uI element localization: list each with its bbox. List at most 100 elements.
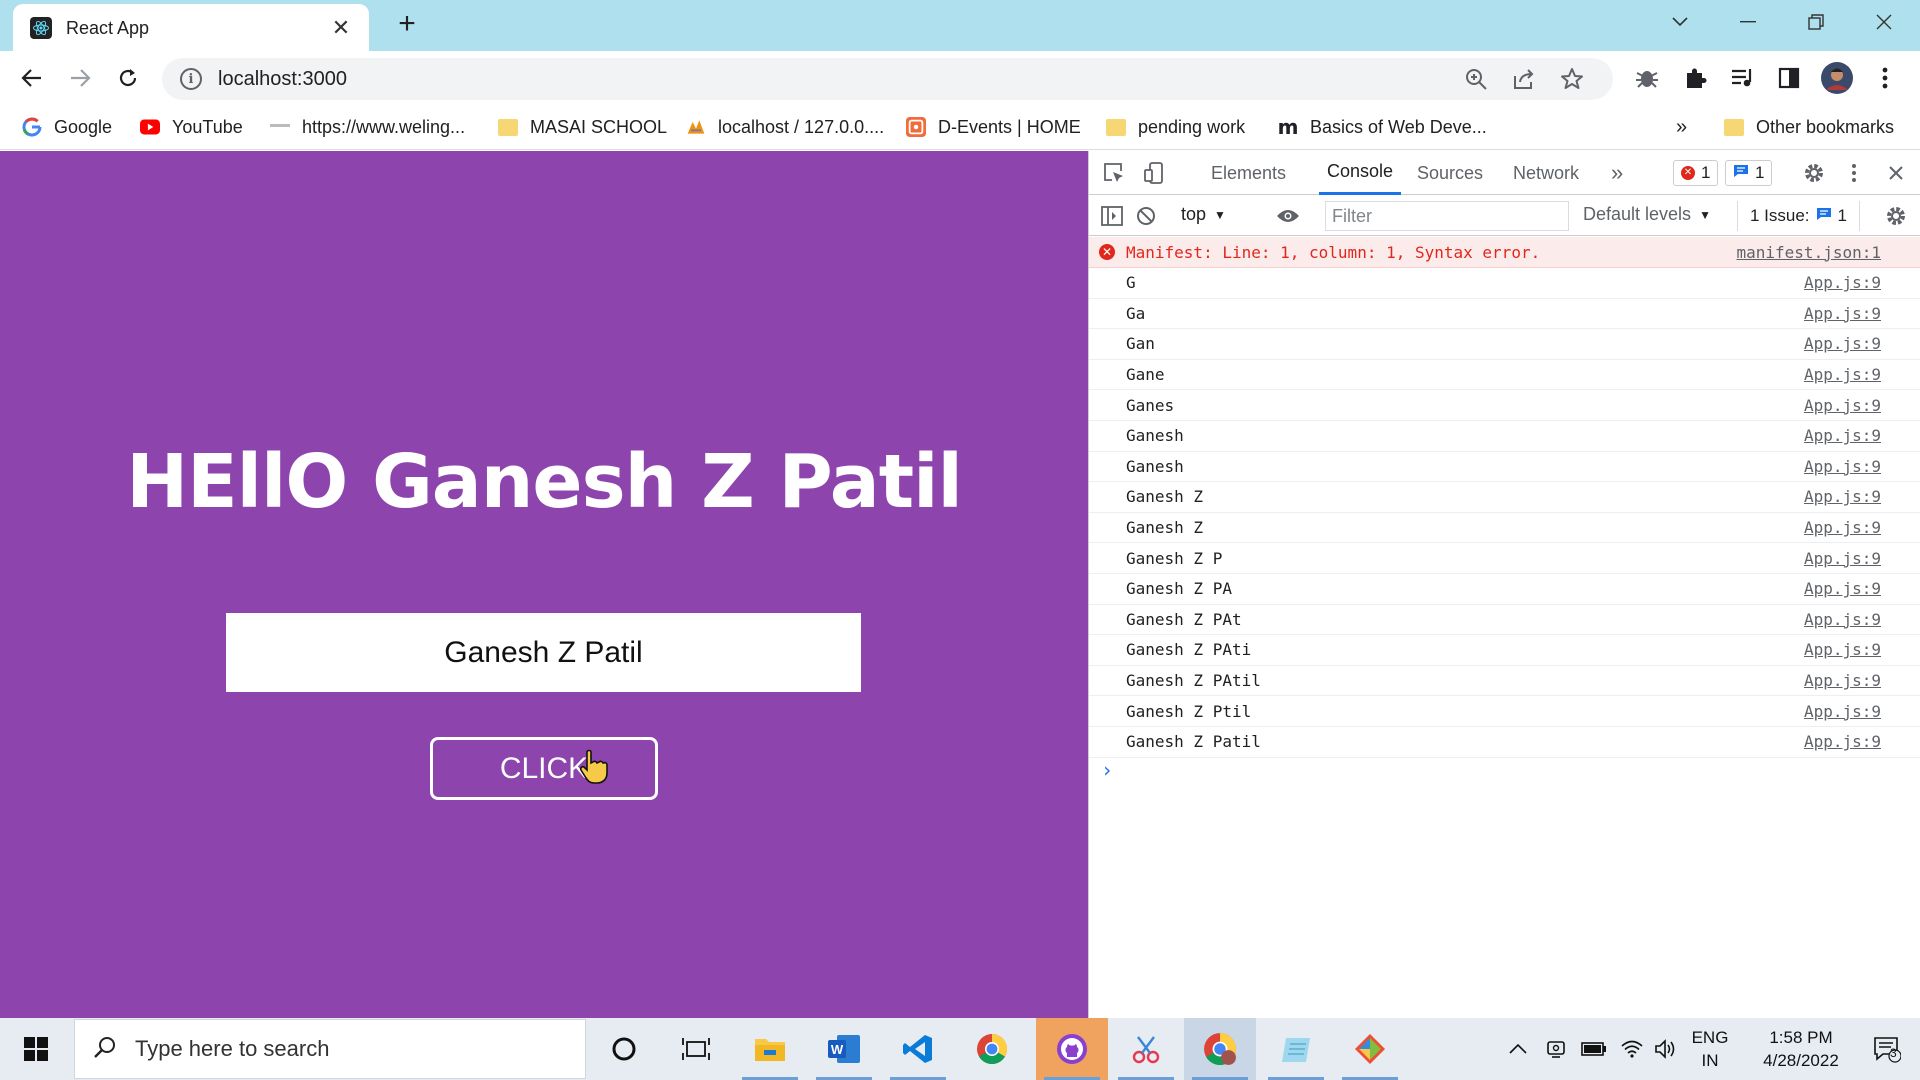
- forward-arrow-icon[interactable]: [62, 60, 98, 96]
- source-link[interactable]: App.js:9: [1804, 671, 1881, 690]
- devtools-menu-icon[interactable]: [1839, 158, 1869, 188]
- vscode-icon[interactable]: [882, 1018, 954, 1080]
- source-link[interactable]: App.js:9: [1804, 396, 1881, 415]
- avatar[interactable]: [1820, 61, 1854, 95]
- tab-sources[interactable]: Sources: [1417, 151, 1483, 195]
- taskbar-search-box[interactable]: Type here to search: [74, 1019, 586, 1079]
- minimize-icon[interactable]: [1718, 6, 1778, 38]
- media-control-icon[interactable]: [1726, 61, 1760, 95]
- tab-elements[interactable]: Elements: [1211, 151, 1286, 195]
- bookmark-youtube[interactable]: YouTube: [140, 112, 243, 142]
- bookmark-masai-school[interactable]: MASAI SCHOOL: [498, 112, 667, 142]
- wifi-icon[interactable]: [1616, 1018, 1648, 1080]
- bookmarks-overflow-button[interactable]: »: [1676, 112, 1687, 142]
- source-link[interactable]: App.js:9: [1804, 702, 1881, 721]
- chrome-active-icon[interactable]: [1184, 1018, 1256, 1080]
- browser-tab[interactable]: React App ✕: [13, 4, 369, 52]
- tab-search-icon[interactable]: [1650, 6, 1710, 38]
- reload-icon[interactable]: [110, 60, 146, 96]
- volume-icon[interactable]: [1650, 1018, 1682, 1080]
- clear-console-icon[interactable]: [1131, 201, 1161, 231]
- extension-bug-icon[interactable]: [1630, 61, 1664, 95]
- windows-start-icon[interactable]: [0, 1018, 72, 1080]
- close-window-icon[interactable]: [1854, 6, 1914, 38]
- chrome-menu-icon[interactable]: [1868, 61, 1902, 95]
- source-link[interactable]: App.js:9: [1804, 273, 1881, 292]
- log-levels-dropdown[interactable]: Default levels ▼: [1583, 204, 1711, 225]
- chrome-icon[interactable]: [956, 1018, 1028, 1080]
- language-label: ENG: [1691, 1028, 1729, 1047]
- back-arrow-icon[interactable]: [14, 60, 50, 96]
- address-bar[interactable]: i localhost:3000: [162, 58, 1613, 100]
- file-explorer-icon[interactable]: [734, 1018, 806, 1080]
- notification-center-icon[interactable]: 3: [1862, 1018, 1912, 1080]
- device-toolbar-icon[interactable]: [1139, 158, 1169, 188]
- sidebar-toggle-icon[interactable]: [1097, 201, 1127, 231]
- console-filter-input[interactable]: [1325, 201, 1569, 231]
- meet-now-icon[interactable]: [1540, 1018, 1572, 1080]
- bookmark-pending-work[interactable]: pending work: [1106, 112, 1245, 142]
- click-button[interactable]: CLICK: [430, 737, 658, 800]
- live-expression-eye-icon[interactable]: [1273, 201, 1303, 231]
- message-count: 1: [1755, 163, 1765, 182]
- github-desktop-icon[interactable]: [1036, 1018, 1108, 1080]
- source-link[interactable]: manifest.json:1: [1737, 243, 1882, 262]
- language-indicator[interactable]: ENG IN: [1686, 1018, 1734, 1080]
- source-link[interactable]: App.js:9: [1804, 334, 1881, 353]
- source-link[interactable]: App.js:9: [1804, 640, 1881, 659]
- close-tab-icon[interactable]: ✕: [329, 15, 353, 41]
- clock[interactable]: 1:58 PM 4/28/2022: [1746, 1018, 1856, 1080]
- git-gui-icon[interactable]: [1334, 1018, 1406, 1080]
- zoom-icon[interactable]: [1464, 67, 1488, 96]
- console-message: Ganesh Z PAtil: [1126, 671, 1261, 691]
- word-icon[interactable]: W: [808, 1018, 880, 1080]
- cortana-icon[interactable]: [588, 1018, 660, 1080]
- source-link[interactable]: App.js:9: [1804, 518, 1881, 537]
- site-info-icon[interactable]: i: [180, 68, 202, 90]
- bookmark-other-bookmarks[interactable]: Other bookmarks: [1724, 112, 1894, 142]
- bookmark-google[interactable]: Google: [22, 112, 112, 142]
- message-count-badge[interactable]: 1: [1725, 160, 1773, 186]
- error-count-badge[interactable]: ✕ 1: [1673, 160, 1719, 186]
- console-message: Ganesh Z P: [1126, 548, 1223, 568]
- source-link[interactable]: App.js:9: [1804, 610, 1881, 629]
- name-input[interactable]: [226, 613, 861, 692]
- bookmark-basics-web-dev[interactable]: m Basics of Web Deve...: [1278, 112, 1487, 142]
- snipping-tool-icon[interactable]: [1110, 1018, 1182, 1080]
- source-link[interactable]: App.js:9: [1804, 365, 1881, 384]
- task-view-icon[interactable]: [660, 1018, 732, 1080]
- bookmark-weling[interactable]: https://www.weling...: [270, 112, 465, 142]
- show-hidden-icons-icon[interactable]: [1502, 1018, 1534, 1080]
- console-settings-gear-icon[interactable]: [1881, 201, 1911, 231]
- notepad-icon[interactable]: [1260, 1018, 1332, 1080]
- source-link[interactable]: App.js:9: [1804, 304, 1881, 323]
- inspect-element-icon[interactable]: [1099, 158, 1129, 188]
- console-prompt[interactable]: ›: [1101, 758, 1113, 782]
- extensions-puzzle-icon[interactable]: [1678, 61, 1712, 95]
- console-message: Ganesh Z PAt: [1126, 609, 1242, 629]
- source-link[interactable]: App.js:9: [1804, 549, 1881, 568]
- new-tab-button[interactable]: +: [392, 9, 422, 40]
- side-panel-icon[interactable]: [1772, 61, 1806, 95]
- issues-button[interactable]: 1 Issue: 1: [1737, 201, 1861, 231]
- bookmark-d-events[interactable]: D-Events | HOME: [906, 112, 1081, 142]
- bookmark-label: localhost / 127.0.0....: [718, 116, 885, 137]
- more-tabs-button[interactable]: »: [1611, 151, 1623, 195]
- restore-icon[interactable]: [1786, 6, 1846, 38]
- share-icon[interactable]: [1512, 67, 1536, 96]
- source-link[interactable]: App.js:9: [1804, 732, 1881, 751]
- settings-gear-icon[interactable]: [1799, 158, 1829, 188]
- tab-console[interactable]: Console: [1319, 151, 1402, 195]
- source-link[interactable]: App.js:9: [1804, 579, 1881, 598]
- source-link[interactable]: App.js:9: [1804, 487, 1881, 506]
- context-selector[interactable]: top ▼: [1181, 204, 1226, 225]
- source-link[interactable]: App.js:9: [1804, 426, 1881, 445]
- react-app-viewport: HEllO Ganesh Z Patil CLICK: [0, 151, 1088, 1018]
- bookmark-star-icon[interactable]: [1560, 67, 1584, 96]
- bookmark-label: https://www.weling...: [302, 116, 466, 137]
- bookmark-phpmyadmin[interactable]: localhost / 127.0.0....: [686, 112, 884, 142]
- close-devtools-icon[interactable]: [1881, 158, 1911, 188]
- battery-icon[interactable]: [1576, 1018, 1612, 1080]
- tab-network[interactable]: Network: [1513, 151, 1579, 195]
- source-link[interactable]: App.js:9: [1804, 457, 1881, 476]
